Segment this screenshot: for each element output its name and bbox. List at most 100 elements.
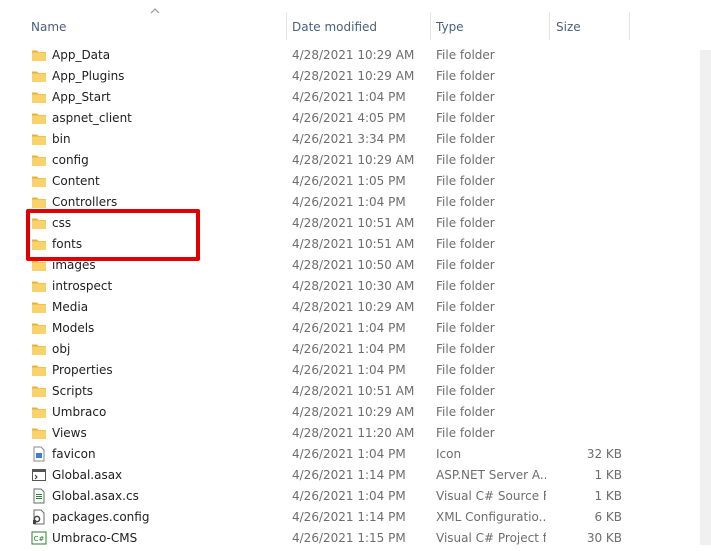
file-name[interactable]: App_Plugins — [52, 66, 282, 87]
file-size — [556, 339, 622, 360]
file-date-modified: 4/28/2021 10:29 AM — [292, 48, 415, 62]
cs-file-icon — [31, 488, 47, 504]
file-name[interactable]: App_Start — [52, 87, 282, 108]
asax-file-icon — [31, 467, 47, 483]
file-name[interactable]: App_Data — [52, 45, 282, 66]
file-row[interactable]: Global.asax 4/26/2021 1:14 PM ASP.NET Serv… — [0, 465, 711, 486]
folder-icon — [31, 68, 47, 84]
file-name[interactable]: packages.config — [52, 507, 282, 528]
file-type: File folder — [436, 300, 495, 314]
folder-icon — [31, 362, 47, 378]
file-name[interactable]: Global.asax.cs — [52, 486, 282, 507]
file-size — [556, 213, 622, 234]
file-type: File folder — [436, 258, 495, 272]
header-divider[interactable] — [629, 12, 630, 40]
file-size: 30 KB — [586, 531, 622, 545]
file-row[interactable]: App_Plugins 4/28/2021 10:29 AM File folder — [0, 66, 711, 87]
file-row[interactable]: App_Start 4/26/2021 1:04 PM File folder — [0, 87, 711, 108]
file-name[interactable]: bin — [52, 129, 282, 150]
file-row[interactable]: obj 4/26/2021 1:04 PM File folder — [0, 339, 711, 360]
file-row[interactable]: Global.asax.cs 4/26/2021 1:04 PM Visual C#… — [0, 486, 711, 507]
folder-icon — [31, 89, 47, 105]
file-name[interactable]: Views — [52, 423, 282, 444]
file-size: 1 KB — [594, 489, 622, 503]
file-name[interactable]: favicon — [52, 444, 282, 465]
file-date-modified: 4/28/2021 11:20 AM — [292, 426, 415, 440]
file-row[interactable]: Properties 4/26/2021 1:04 PM File folder — [0, 360, 711, 381]
folder-icon — [31, 110, 47, 126]
file-size — [556, 45, 622, 66]
file-name[interactable]: Global.asax — [52, 465, 282, 486]
header-type[interactable]: Type — [436, 0, 546, 40]
folder-icon — [31, 404, 47, 420]
file-name[interactable]: Content — [52, 171, 282, 192]
folder-icon — [31, 47, 47, 63]
file-size — [556, 276, 622, 297]
annotation-highlight-box — [26, 209, 200, 261]
file-row[interactable]: Media 4/28/2021 10:29 AM File folder — [0, 297, 711, 318]
file-type: File folder — [436, 111, 495, 125]
file-type: File folder — [436, 426, 495, 440]
file-type: File folder — [436, 279, 495, 293]
file-size — [556, 402, 622, 423]
header-divider[interactable] — [430, 12, 431, 40]
file-name[interactable]: aspnet_client — [52, 108, 282, 129]
file-row[interactable]: Content 4/26/2021 1:05 PM File folder — [0, 171, 711, 192]
folder-icon — [31, 341, 47, 357]
folder-icon — [31, 425, 47, 441]
column-header: Name Date modified Type Size — [0, 0, 711, 42]
vertical-scrollbar[interactable] — [700, 50, 711, 545]
file-row[interactable]: Umbraco 4/28/2021 10:29 AM File folder — [0, 402, 711, 423]
file-size — [556, 318, 622, 339]
file-name[interactable]: Scripts — [52, 381, 282, 402]
file-row[interactable]: Views 4/28/2021 11:20 AM File folder — [0, 423, 711, 444]
icon-file-icon — [31, 446, 47, 462]
file-type: File folder — [436, 90, 495, 104]
file-date-modified: 4/28/2021 10:30 AM — [292, 279, 415, 293]
file-date-modified: 4/26/2021 1:14 PM — [292, 468, 406, 482]
file-size: 6 KB — [594, 510, 622, 524]
file-size — [556, 381, 622, 402]
file-date-modified: 4/28/2021 10:29 AM — [292, 153, 415, 167]
file-type: File folder — [436, 384, 495, 398]
file-type: File folder — [436, 195, 495, 209]
folder-icon — [31, 173, 47, 189]
file-row[interactable]: bin 4/26/2021 3:34 PM File folder — [0, 129, 711, 150]
file-name[interactable]: Properties — [52, 360, 282, 381]
folder-icon — [31, 383, 47, 399]
header-divider[interactable] — [286, 12, 287, 40]
file-row[interactable]: Models 4/26/2021 1:04 PM File folder — [0, 318, 711, 339]
file-row[interactable]: aspnet_client 4/26/2021 4:05 PM File folde… — [0, 108, 711, 129]
file-name[interactable]: config — [52, 150, 282, 171]
file-name[interactable]: Media — [52, 297, 282, 318]
file-type: File folder — [436, 153, 495, 167]
file-type: ASP.NET Server A... — [436, 468, 546, 482]
file-name[interactable]: Umbraco — [52, 402, 282, 423]
header-name[interactable]: Name — [31, 0, 281, 40]
file-date-modified: 4/26/2021 1:04 PM — [292, 195, 406, 209]
file-row[interactable]: C# Umbraco-CMS 4/26/2021 1:15 PM Visual C# … — [0, 528, 711, 549]
file-type: File folder — [436, 237, 495, 251]
file-row[interactable]: introspect 4/28/2021 10:30 AM File folder — [0, 276, 711, 297]
header-date-modified[interactable]: Date modified — [292, 0, 428, 40]
file-row[interactable]: packages.config 4/26/2021 1:14 PM XML Conf… — [0, 507, 711, 528]
file-date-modified: 4/28/2021 10:51 AM — [292, 237, 415, 251]
file-size — [556, 129, 622, 150]
file-date-modified: 4/26/2021 1:04 PM — [292, 489, 406, 503]
file-size — [556, 87, 622, 108]
file-row[interactable]: favicon 4/26/2021 1:04 PM Icon 32 KB — [0, 444, 711, 465]
file-row[interactable]: App_Data 4/28/2021 10:29 AM File folder — [0, 45, 711, 66]
header-divider[interactable] — [549, 12, 550, 40]
file-type: File folder — [436, 174, 495, 188]
header-size[interactable]: Size — [556, 0, 626, 40]
file-date-modified: 4/28/2021 10:51 AM — [292, 384, 415, 398]
file-row[interactable]: config 4/28/2021 10:29 AM File folder — [0, 150, 711, 171]
file-row[interactable]: Scripts 4/28/2021 10:51 AM File folder — [0, 381, 711, 402]
file-name[interactable]: Umbraco-CMS — [52, 528, 282, 549]
file-name[interactable]: obj — [52, 339, 282, 360]
file-date-modified: 4/26/2021 3:34 PM — [292, 132, 406, 146]
file-name[interactable]: introspect — [52, 276, 282, 297]
file-name[interactable]: Models — [52, 318, 282, 339]
file-date-modified: 4/26/2021 1:04 PM — [292, 447, 406, 461]
file-date-modified: 4/26/2021 1:14 PM — [292, 510, 406, 524]
